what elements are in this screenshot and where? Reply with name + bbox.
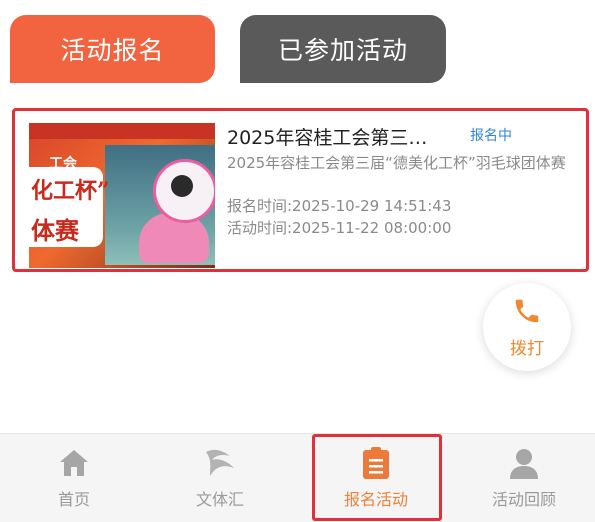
call-button-label: 拨打: [510, 338, 544, 359]
user-icon: [507, 446, 541, 480]
nav-highlight-frame: [312, 434, 442, 521]
phone-icon: [512, 296, 542, 330]
nav-label-home: 首页: [57, 490, 90, 509]
thumbnail-text-line3: 体赛: [31, 216, 79, 245]
signup-time: 报名时间:2025-10-29 14:51:43: [227, 197, 452, 215]
tab-activity-signup-label: 活动报名: [60, 36, 165, 65]
nav-label-activity-review: 活动回顾: [491, 490, 556, 509]
tab-activity-signup[interactable]: 活动报名: [10, 15, 215, 83]
thumbnail-text-line2: 化工杯”: [31, 178, 110, 204]
app-screen: 活动报名 已参加活动 工会 化工杯” 体赛 2025年容桂工会第三… 报名中 2…: [0, 0, 595, 522]
activity-thumbnail: 工会 化工杯” 体赛: [29, 123, 215, 268]
tab-joined-activities-label: 已参加活动: [277, 36, 408, 65]
nav-item-home[interactable]: 首页: [0, 434, 148, 522]
thumbnail-text-line1: 工会: [49, 156, 77, 172]
activity-title: 2025年容桂工会第三…: [227, 127, 428, 149]
bottom-nav: 首页 文体汇 报名活动 活动回顾: [0, 433, 595, 522]
home-icon: [57, 446, 91, 480]
thumbnail-banner-strip: [29, 123, 215, 139]
swoosh-icon: [200, 446, 240, 480]
tab-joined-activities[interactable]: 已参加活动: [240, 15, 446, 83]
call-button[interactable]: 拨打: [483, 283, 571, 371]
nav-item-culture-sports[interactable]: 文体汇: [146, 434, 294, 522]
nav-item-activity-review[interactable]: 活动回顾: [450, 434, 595, 522]
activity-card[interactable]: 工会 化工杯” 体赛 2025年容桂工会第三… 报名中 2025年容桂工会第三届…: [12, 108, 589, 272]
status-badge: 报名中: [470, 128, 512, 144]
thumbnail-lion-eye: [171, 175, 193, 197]
event-time: 活动时间:2025-11-22 08:00:00: [227, 219, 452, 237]
activity-description: 2025年容桂工会第三届“德美化工杯”羽毛球团体赛: [227, 154, 566, 172]
nav-label-culture-sports: 文体汇: [195, 490, 244, 509]
